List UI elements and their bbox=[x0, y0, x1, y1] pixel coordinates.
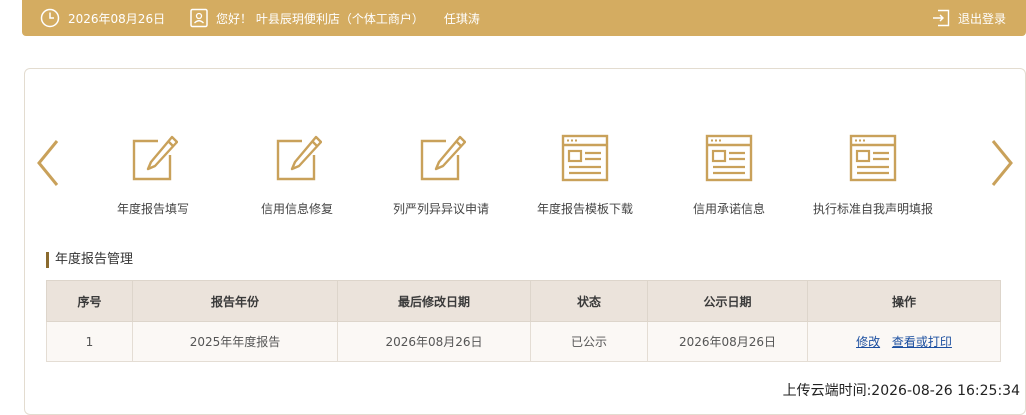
user-card-icon bbox=[190, 8, 208, 28]
logout-label: 退出登录 bbox=[957, 11, 1006, 26]
func-label: 执行标准自我声明填报 bbox=[812, 202, 933, 216]
cell-status: 已公示 bbox=[530, 321, 648, 362]
cell-index: 1 bbox=[46, 321, 133, 362]
edit-link[interactable]: 修改 bbox=[856, 335, 880, 349]
upload-time: 上传云端时间:2026-08-26 16:25:34 bbox=[782, 383, 1020, 399]
func-label: 年度报告填写 bbox=[116, 202, 189, 216]
document-window-icon bbox=[705, 134, 753, 182]
cell-modified-date: 2026年08月26日 bbox=[337, 321, 531, 362]
edit-icon bbox=[276, 135, 322, 181]
func-label: 信用信息修复 bbox=[260, 202, 333, 216]
main-panel: 年度报告填写 信用信息修复 列严列异异议申请 年度报告模板下载 信用承诺信息 执… bbox=[24, 68, 1026, 415]
prev-arrow-button[interactable] bbox=[31, 135, 65, 191]
section-title: 年度报告管理 bbox=[46, 252, 133, 268]
func-label: 列严列异异议申请 bbox=[392, 202, 489, 216]
function-carousel: 年度报告填写 信用信息修复 列严列异异议申请 年度报告模板下载 信用承诺信息 执… bbox=[81, 133, 981, 223]
document-window-icon bbox=[561, 134, 609, 182]
clock-icon bbox=[40, 8, 60, 28]
header-date-text: 2026年08月26日 bbox=[68, 11, 166, 26]
document-window-icon bbox=[849, 134, 897, 182]
func-credit-commitment[interactable]: 信用承诺信息 bbox=[657, 133, 801, 223]
col-header-report-year: 报告年份 bbox=[132, 280, 338, 322]
col-header-actions: 操作 bbox=[807, 280, 1001, 322]
edit-icon bbox=[420, 135, 466, 181]
next-arrow-button[interactable] bbox=[985, 135, 1019, 191]
func-label: 信用承诺信息 bbox=[692, 202, 765, 216]
func-objection-apply[interactable]: 列严列异异议申请 bbox=[369, 133, 513, 223]
func-annual-report-fill[interactable]: 年度报告填写 bbox=[81, 133, 225, 223]
table-header-row: 序号 报告年份 最后修改日期 状态 公示日期 操作 bbox=[46, 280, 1001, 322]
cell-publish-date: 2026年08月26日 bbox=[647, 321, 808, 362]
col-header-modified-date: 最后修改日期 bbox=[337, 280, 531, 322]
cell-actions: 修改 查看或打印 bbox=[807, 321, 1001, 362]
greeting-text: 您好！ 叶县辰玥便利店（个体工商户） bbox=[216, 11, 424, 26]
chevron-left-icon bbox=[37, 140, 59, 186]
header-greeting: 您好！ 叶县辰玥便利店（个体工商户） 任琪涛 bbox=[190, 0, 480, 36]
header-date: 2026年08月26日 bbox=[40, 0, 165, 36]
view-print-link[interactable]: 查看或打印 bbox=[892, 335, 952, 349]
edit-icon bbox=[132, 135, 178, 181]
func-credit-repair[interactable]: 信用信息修复 bbox=[225, 133, 369, 223]
func-standard-declaration[interactable]: 执行标准自我声明填报 bbox=[801, 133, 945, 223]
func-template-download[interactable]: 年度报告模板下载 bbox=[513, 133, 657, 223]
logout-icon bbox=[932, 9, 950, 27]
col-header-index: 序号 bbox=[46, 280, 133, 322]
user-name: 任琪涛 bbox=[443, 11, 480, 26]
top-bar: 2026年08月26日 您好！ 叶县辰玥便利店（个体工商户） 任琪涛 退出登录 bbox=[22, 0, 1026, 36]
col-header-status: 状态 bbox=[530, 280, 648, 322]
col-header-publish-date: 公示日期 bbox=[647, 280, 808, 322]
logout-button[interactable]: 退出登录 bbox=[932, 0, 1006, 36]
report-table: 序号 报告年份 最后修改日期 状态 公示日期 操作 1 2025年年度报告 20… bbox=[46, 280, 1001, 362]
func-label: 年度报告模板下载 bbox=[536, 202, 633, 216]
table-row: 1 2025年年度报告 2026年08月26日 已公示 2026年08月26日 … bbox=[46, 321, 1001, 362]
chevron-right-icon bbox=[991, 140, 1013, 186]
cell-report-year: 2025年年度报告 bbox=[132, 321, 338, 362]
